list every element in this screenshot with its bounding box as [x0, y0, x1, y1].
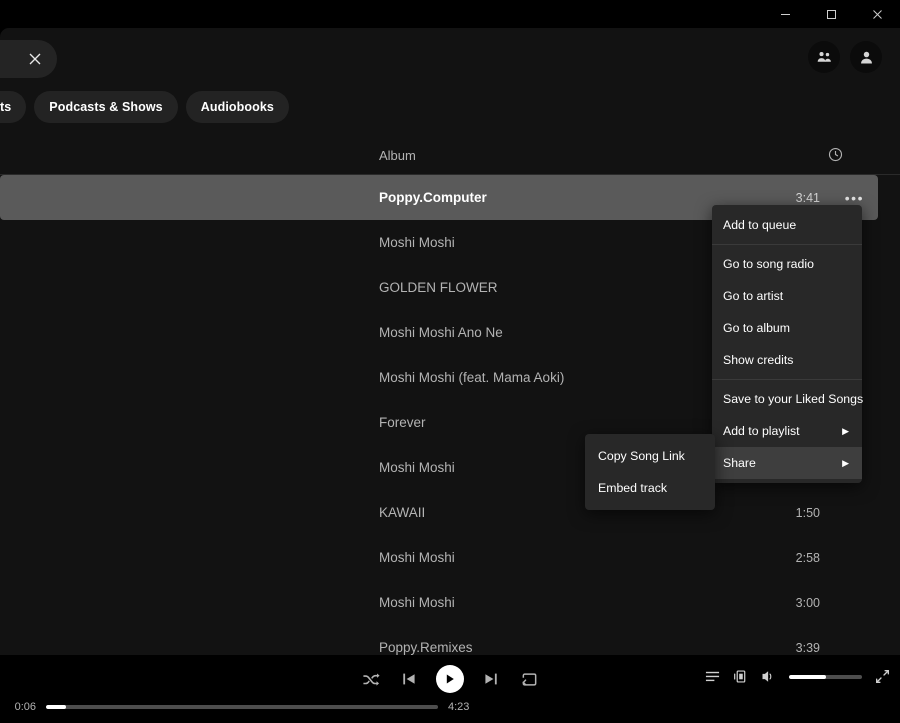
context-menu-item[interactable]: Add to queue — [712, 209, 862, 241]
previous-track-icon[interactable] — [398, 668, 420, 690]
top-navigation-bar — [0, 28, 900, 92]
context-menu-item[interactable]: Add to playlist ▶ — [712, 415, 862, 447]
track-duration: 3:39 — [760, 641, 820, 655]
track-row[interactable]: Moshi Moshi 3:00 — [0, 580, 878, 625]
context-menu-item-label: Go to artist — [723, 289, 783, 303]
repeat-icon[interactable] — [518, 668, 540, 690]
track-album-name: Moshi Moshi — [379, 460, 455, 475]
track-list-header: Album — [0, 138, 900, 175]
column-header-album: Album — [379, 148, 416, 163]
filter-chip-label: Audiobooks — [201, 100, 274, 114]
context-menu-item[interactable]: Share ▶ — [712, 447, 862, 479]
filter-chip-podcasts-and-shows[interactable]: Podcasts & Shows — [34, 91, 177, 123]
filter-chip-audiobooks[interactable]: Audiobooks — [186, 91, 289, 123]
context-menu-item[interactable]: Go to song radio — [712, 248, 862, 280]
now-playing-bar: 0:06 4:23 — [0, 655, 900, 723]
context-menu-item-label: Add to playlist — [723, 424, 800, 438]
context-menu-item-label: Share — [723, 456, 756, 470]
progress-fill — [46, 705, 66, 709]
share-submenu-item[interactable]: Embed track — [585, 472, 715, 504]
clock-icon — [828, 147, 843, 167]
filter-chip-label: Artists — [0, 100, 11, 114]
context-menu-item-label: Save to your Liked Songs — [723, 392, 863, 406]
filter-chip-label: Podcasts & Shows — [49, 100, 162, 114]
chevron-right-icon: ▶ — [842, 459, 849, 468]
context-menu-item[interactable]: Show credits — [712, 344, 862, 376]
track-album-name: Moshi Moshi — [379, 595, 455, 610]
track-album-name: Moshi Moshi (feat. Mama Aoki) — [379, 370, 564, 385]
track-more-options-icon[interactable]: ••• — [845, 194, 864, 202]
track-album-name: Poppy.Computer — [379, 190, 487, 205]
window-maximize-button[interactable] — [808, 0, 854, 28]
track-album-name: Moshi Moshi — [379, 550, 455, 565]
track-row[interactable]: Poppy.Remixes 3:39 — [0, 625, 878, 655]
volume-slider[interactable] — [789, 675, 862, 679]
track-album-name: KAWAII — [379, 505, 425, 520]
volume-fill — [789, 675, 826, 679]
chevron-right-icon: ▶ — [842, 427, 849, 436]
context-menu-item[interactable]: Save to your Liked Songs — [712, 383, 862, 415]
context-menu-item-label: Add to queue — [723, 218, 796, 232]
context-menu-item-label: Show credits — [723, 353, 793, 367]
context-menu-item-label: Go to song radio — [723, 257, 814, 271]
track-duration: 2:58 — [760, 551, 820, 565]
connect-device-icon[interactable] — [733, 669, 748, 684]
share-submenu-item-label: Embed track — [598, 481, 667, 495]
track-row[interactable]: Moshi Moshi 2:58 — [0, 535, 878, 580]
track-album-name: Moshi Moshi Ano Ne — [379, 325, 503, 340]
queue-icon[interactable] — [705, 669, 720, 684]
profile-icon[interactable] — [850, 41, 882, 73]
shuffle-icon[interactable] — [360, 668, 382, 690]
spotify-window: Artists Podcasts & Shows Audiobooks Albu… — [0, 0, 900, 723]
share-submenu-item[interactable]: Copy Song Link — [585, 440, 715, 472]
track-album-name: GOLDEN FLOWER — [379, 280, 498, 295]
filter-chip-artists[interactable]: Artists — [0, 91, 26, 123]
share-submenu-item-label: Copy Song Link — [598, 449, 685, 463]
playback-progress: 0:06 4:23 — [0, 701, 900, 713]
player-utility-controls — [705, 669, 890, 684]
track-row[interactable]: KAWAII 1:50 — [0, 490, 878, 535]
window-close-button[interactable] — [854, 0, 900, 28]
friends-activity-icon[interactable] — [808, 41, 840, 73]
track-duration: 3:00 — [760, 596, 820, 610]
total-time: 4:23 — [438, 701, 484, 713]
context-menu-item[interactable]: Go to artist — [712, 280, 862, 312]
window-minimize-button[interactable] — [762, 0, 808, 28]
track-album-name: Forever — [379, 415, 426, 430]
clear-search-icon[interactable] — [26, 50, 44, 68]
track-context-menu: Add to queue Go to song radio Go to artist… — [712, 205, 862, 483]
search-input[interactable] — [0, 40, 57, 78]
context-menu-item-label: Go to album — [723, 321, 790, 335]
context-menu-item[interactable]: Go to album — [712, 312, 862, 344]
next-track-icon[interactable] — [480, 668, 502, 690]
elapsed-time: 0:06 — [0, 701, 36, 713]
volume-icon[interactable] — [761, 669, 776, 684]
filter-chip-group: Artists Podcasts & Shows Audiobooks — [0, 91, 289, 123]
window-title-bar — [0, 0, 900, 28]
fullscreen-icon[interactable] — [875, 669, 890, 684]
progress-slider[interactable] — [46, 705, 438, 709]
track-album-name: Moshi Moshi — [379, 235, 455, 250]
menu-divider — [712, 244, 862, 245]
topbar-actions — [808, 41, 882, 73]
play-button[interactable] — [436, 665, 464, 693]
track-duration: 3:41 — [760, 191, 820, 205]
track-duration: 1:50 — [760, 506, 820, 520]
menu-divider — [712, 379, 862, 380]
track-album-name: Poppy.Remixes — [379, 640, 473, 655]
share-submenu: Copy Song Link Embed track — [585, 434, 715, 510]
